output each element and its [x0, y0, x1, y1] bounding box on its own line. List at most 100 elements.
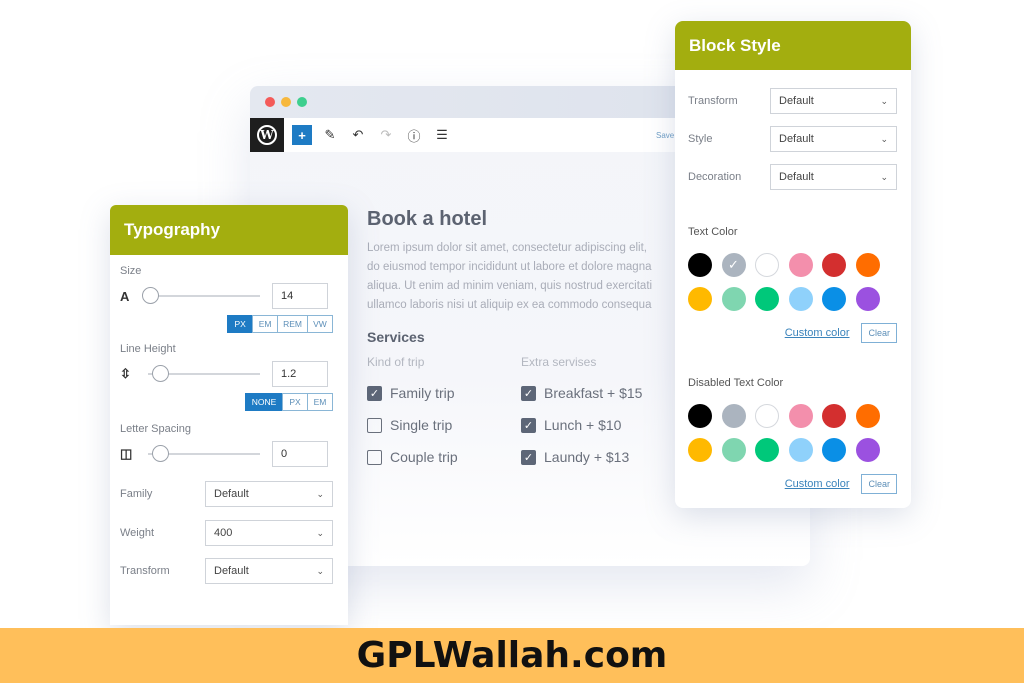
- size-label: Size: [120, 265, 142, 277]
- checkbox-label: Family trip: [390, 385, 455, 401]
- block-style-select[interactable]: Default ⌄: [770, 126, 897, 152]
- typography-panel: Typography Size A 14 PX EM REM VW Line H…: [110, 205, 348, 625]
- disabled-text-color-label: Disabled Text Color: [688, 377, 784, 389]
- info-button[interactable]: ⓘ: [404, 125, 424, 145]
- checkbox-item[interactable]: Couple trip: [367, 441, 521, 473]
- close-window-dot[interactable]: [265, 97, 275, 107]
- weight-select[interactable]: 400 ⌄: [205, 520, 333, 546]
- color-swatch[interactable]: [855, 438, 880, 462]
- kind-of-trip-group: Kind of trip ✓ Family trip Single trip Co…: [367, 355, 521, 473]
- color-swatch[interactable]: [788, 287, 813, 311]
- unit-px[interactable]: PX: [227, 315, 254, 333]
- clear-button[interactable]: Clear: [861, 474, 897, 494]
- size-input[interactable]: 14: [272, 283, 328, 309]
- family-select[interactable]: Default ⌄: [205, 481, 333, 507]
- color-swatch[interactable]: [755, 253, 779, 277]
- kind-of-trip-header: Kind of trip: [367, 355, 425, 369]
- weight-label: Weight: [120, 527, 155, 539]
- color-swatch[interactable]: [822, 404, 846, 428]
- save-button[interactable]: Save: [656, 131, 674, 140]
- extra-services-group: Extra servises ✓ Breakfast + $15 ✓ Lunch +…: [521, 355, 675, 473]
- typography-panel-title: Typography: [110, 205, 348, 255]
- color-swatch[interactable]: [822, 438, 846, 462]
- edit-tool-button[interactable]: ✎: [320, 125, 340, 145]
- transform-label: Transform: [688, 95, 738, 107]
- color-swatch[interactable]: [688, 438, 712, 462]
- chevron-down-icon: ⌄: [880, 95, 888, 106]
- redo-button[interactable]: ↷: [376, 125, 396, 145]
- unit-em[interactable]: EM: [252, 315, 279, 333]
- transform-value: Default: [214, 565, 249, 577]
- decoration-label: Decoration: [688, 171, 742, 183]
- letter-spacing-input[interactable]: 0: [272, 441, 328, 467]
- block-decoration-select[interactable]: Default ⌄: [770, 164, 897, 190]
- undo-button[interactable]: ↶: [348, 125, 368, 145]
- minimize-window-dot[interactable]: [281, 97, 291, 107]
- slider-thumb[interactable]: [152, 365, 169, 382]
- family-value: Default: [214, 488, 249, 500]
- checkbox-label: Single trip: [390, 417, 453, 433]
- line-height-slider[interactable]: [148, 365, 260, 382]
- color-swatch[interactable]: [788, 404, 813, 428]
- color-swatch[interactable]: [755, 287, 779, 311]
- letter-spacing-icon: ◫: [120, 446, 133, 461]
- color-swatch[interactable]: [688, 287, 712, 311]
- custom-color-link[interactable]: Custom color: [785, 327, 850, 339]
- checkbox-item[interactable]: ✓ Family trip: [367, 377, 521, 409]
- footer-brand-text: GPLWallah.com: [356, 635, 668, 676]
- unit-em[interactable]: EM: [307, 393, 333, 411]
- add-block-button[interactable]: +: [292, 125, 312, 145]
- unit-vw[interactable]: VW: [307, 315, 333, 333]
- checkbox[interactable]: ✓: [521, 417, 536, 433]
- checkbox-label: Lunch + $10: [544, 417, 622, 433]
- color-swatch[interactable]: [822, 287, 846, 311]
- block-transform-select[interactable]: Default ⌄: [770, 88, 897, 114]
- checkbox-item[interactable]: ✓ Lunch + $10: [521, 409, 675, 441]
- color-swatch[interactable]: [855, 404, 880, 428]
- color-swatch[interactable]: [788, 438, 813, 462]
- color-swatch[interactable]: [721, 287, 746, 311]
- page-heading: Book a hotel: [367, 208, 488, 230]
- checkbox[interactable]: ✓: [367, 385, 382, 401]
- color-swatch[interactable]: [755, 438, 779, 462]
- checkbox-item[interactable]: Single trip: [367, 409, 521, 441]
- letter-spacing-slider[interactable]: [148, 445, 260, 462]
- color-swatch[interactable]: [788, 253, 813, 277]
- color-swatch[interactable]: [688, 404, 712, 428]
- slider-thumb[interactable]: [152, 445, 169, 462]
- color-swatch[interactable]: [755, 404, 779, 428]
- unit-rem[interactable]: REM: [277, 315, 308, 333]
- color-swatch[interactable]: ✓: [721, 253, 746, 277]
- color-swatch[interactable]: [721, 438, 746, 462]
- color-swatch[interactable]: [822, 253, 846, 277]
- checkbox[interactable]: ✓: [521, 385, 536, 401]
- color-swatch[interactable]: [855, 253, 880, 277]
- chevron-down-icon: ⌄: [316, 565, 324, 576]
- checkbox-item[interactable]: ✓ Laundy + $13: [521, 441, 675, 473]
- size-slider[interactable]: [142, 287, 260, 304]
- transform-select[interactable]: Default ⌄: [205, 558, 333, 584]
- color-swatch[interactable]: [721, 404, 746, 428]
- checkbox[interactable]: [367, 449, 382, 465]
- unit-none[interactable]: NONE: [245, 393, 283, 411]
- checkbox-item[interactable]: ✓ Breakfast + $15: [521, 377, 675, 409]
- list-icon: ☰: [436, 127, 448, 142]
- text-color-label: Text Color: [688, 226, 738, 238]
- line-height-input[interactable]: 1.2: [272, 361, 328, 387]
- size-unit-toggle: PX EM REM VW: [110, 315, 348, 333]
- line-height-label: Line Height: [120, 343, 176, 355]
- checkbox[interactable]: [367, 417, 382, 433]
- info-icon: ⓘ: [407, 128, 421, 144]
- checkbox[interactable]: ✓: [521, 449, 536, 465]
- custom-color-link[interactable]: Custom color: [785, 478, 850, 490]
- maximize-window-dot[interactable]: [297, 97, 307, 107]
- services-heading: Services: [367, 329, 425, 345]
- unit-px[interactable]: PX: [282, 393, 308, 411]
- color-swatch[interactable]: [688, 253, 712, 277]
- list-view-button[interactable]: ☰: [432, 125, 452, 145]
- wordpress-logo-icon[interactable]: W: [250, 118, 284, 152]
- slider-thumb[interactable]: [142, 287, 159, 304]
- color-swatch[interactable]: [855, 287, 880, 311]
- block-style-panel-title: Block Style: [675, 21, 911, 70]
- clear-button[interactable]: Clear: [861, 323, 897, 343]
